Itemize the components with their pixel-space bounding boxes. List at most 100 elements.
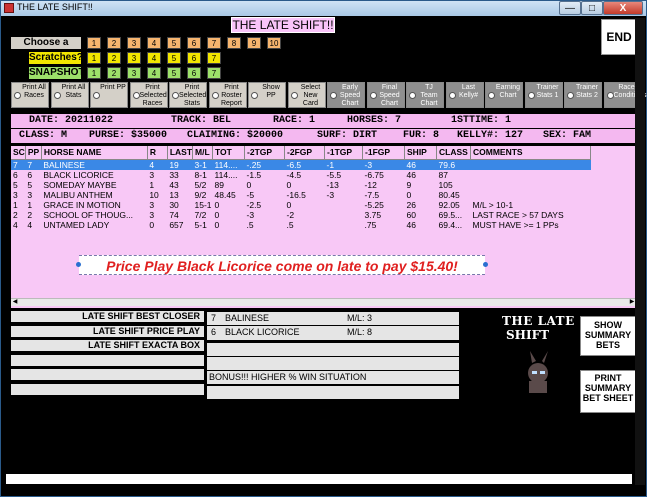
column-header[interactable]: M/L bbox=[192, 146, 214, 160]
column-header[interactable]: -2FGP bbox=[284, 146, 326, 160]
option-select-new-card[interactable]: Select New Card bbox=[287, 82, 326, 108]
option-print-all-races[interactable]: Print All Races bbox=[11, 82, 49, 108]
option-trainer-stats-1[interactable]: Trainer Stats 1 bbox=[524, 82, 563, 108]
print-summary-bet-sheet-button[interactable]: PRINT SUMMARY BET SHEET bbox=[580, 370, 636, 413]
column-header[interactable]: LAST bbox=[167, 146, 194, 160]
option-label: Select New Card bbox=[300, 84, 321, 107]
table-row[interactable]: 5 5 SOMEDAY MAYBE 1 43 5/2 89 0 0 -13 -12 9 105 bbox=[11, 180, 591, 190]
column-header[interactable]: -1TGP bbox=[324, 146, 364, 160]
race-button-1[interactable]: 1 bbox=[87, 37, 101, 49]
race-button-4[interactable]: 4 bbox=[147, 37, 161, 49]
radio-icon[interactable] bbox=[448, 92, 456, 99]
column-header[interactable]: TOT bbox=[212, 146, 246, 160]
column-header[interactable]: -1FGP bbox=[362, 146, 406, 160]
option-earning-chart[interactable]: Earning Chart bbox=[485, 82, 523, 108]
radio-icon[interactable] bbox=[132, 92, 140, 99]
option-label: TJ Team Chart bbox=[420, 84, 438, 107]
option-print-roster-report[interactable]: Print Roster Report bbox=[208, 82, 247, 108]
table-cell: BLACK LICORICE bbox=[43, 169, 114, 180]
table-row[interactable]: 3 3 MALIBU ANTHEM 10 13 9/2 48.45 -5 -16.5 -3 -7.5… bbox=[11, 190, 591, 200]
column-header[interactable]: CLASS bbox=[436, 146, 472, 160]
race-button-6[interactable]: 6 bbox=[187, 37, 201, 49]
snapshot-button-6[interactable]: 6 bbox=[187, 67, 201, 79]
resize-handle-left[interactable] bbox=[76, 262, 81, 267]
radio-icon[interactable] bbox=[290, 92, 298, 99]
option-last-kelly-[interactable]: Last Kelly# bbox=[445, 82, 484, 108]
option-trainer-stats-2[interactable]: Trainer Stats 2 bbox=[564, 82, 602, 108]
race-button-10[interactable]: 10 bbox=[267, 37, 281, 49]
table-row[interactable]: 6 6 BLACK LICORICE 3 33 8-1 114.... -1.5 -4.5 -5.… bbox=[11, 170, 591, 180]
radio-icon[interactable] bbox=[409, 92, 416, 99]
maximize-button[interactable]: □ bbox=[581, 1, 603, 15]
radio-icon[interactable] bbox=[211, 92, 219, 99]
radio-icon[interactable] bbox=[251, 92, 258, 99]
race-button-3[interactable]: 3 bbox=[127, 37, 141, 49]
column-header[interactable]: -2TGP bbox=[244, 146, 286, 160]
vertical-scrollbar[interactable] bbox=[635, 18, 645, 485]
radio-icon[interactable] bbox=[53, 92, 61, 99]
option-tj-team-chart[interactable]: TJ Team Chart bbox=[406, 82, 444, 108]
table-row[interactable]: 4 4 UNTAMED LADY 0 657 5-1 0 .5 .5 .75 46 69.4... MU… bbox=[11, 220, 591, 230]
radio-icon[interactable] bbox=[606, 92, 614, 99]
column-header[interactable]: COMMENTS bbox=[470, 146, 592, 160]
option-print-selected-stats[interactable]: Print Selected Stats bbox=[169, 82, 207, 108]
table-cell: 15-1 bbox=[194, 199, 212, 210]
table-cell: 3 bbox=[149, 199, 155, 210]
resize-handle-right[interactable] bbox=[483, 262, 488, 267]
scratch-button-2[interactable]: 2 bbox=[107, 52, 121, 64]
horse-table: SC PP HORSE NAME R LAST M/L TOT -2TGP -2FGP -1TGP… bbox=[11, 146, 592, 230]
race-button-9[interactable]: 9 bbox=[247, 37, 261, 49]
table-cell: 114.... bbox=[212, 159, 245, 170]
table-cell: SOMEDAY MAYBE bbox=[43, 179, 117, 190]
race-button-7[interactable]: 7 bbox=[207, 37, 221, 49]
radio-icon[interactable] bbox=[93, 92, 100, 99]
column-header[interactable]: PP bbox=[25, 146, 42, 160]
snapshot-button-2[interactable]: 2 bbox=[107, 67, 121, 79]
radio-icon[interactable] bbox=[488, 92, 495, 99]
radio-icon[interactable] bbox=[172, 92, 179, 99]
option-final-speed-chart[interactable]: Final Speed Chart bbox=[366, 82, 405, 108]
option-print-all-stats[interactable]: Print All Stats bbox=[50, 82, 89, 108]
race-button-8[interactable]: 8 bbox=[227, 37, 241, 49]
price-play-banner: Price Play Black Licorice come on late t… bbox=[79, 255, 485, 275]
option-print-selected-races[interactable]: Print Selected Races bbox=[129, 82, 168, 108]
scratch-button-6[interactable]: 6 bbox=[187, 52, 201, 64]
scratch-button-3[interactable]: 3 bbox=[127, 52, 141, 64]
table-cell: -3 bbox=[326, 189, 335, 200]
radio-icon[interactable] bbox=[330, 92, 337, 99]
scratch-button-5[interactable]: 5 bbox=[167, 52, 181, 64]
race-info-line-2: CLASS: M PURSE: $35000 CLAIMING: $20000 … bbox=[11, 129, 636, 143]
radio-icon[interactable] bbox=[567, 92, 574, 99]
snapshot-button-7[interactable]: 7 bbox=[207, 67, 221, 79]
snapshot-button-4[interactable]: 4 bbox=[147, 67, 161, 79]
option-print-pp[interactable]: Print PP bbox=[90, 82, 128, 108]
minimize-button[interactable]: — bbox=[559, 1, 581, 15]
table-row[interactable]: 7 7 BALINESE 4 19 3-1 114.... -.25 -6.5 -1 -3 46 79.… bbox=[11, 159, 591, 170]
race-button-2[interactable]: 2 bbox=[107, 37, 121, 49]
show-summary-bets-button[interactable]: SHOW SUMMARY BETS bbox=[580, 316, 636, 356]
option-early-speed-chart[interactable]: Early Speed Chart bbox=[327, 82, 365, 108]
table-cell: 0 bbox=[246, 179, 252, 190]
snapshot-button-3[interactable]: 3 bbox=[127, 67, 141, 79]
scratch-button-4[interactable]: 4 bbox=[147, 52, 161, 64]
horizontal-scrollbar[interactable]: ◀ ▶ bbox=[11, 298, 636, 306]
end-button[interactable]: END bbox=[601, 19, 637, 55]
race-button-5[interactable]: 5 bbox=[167, 37, 181, 49]
scratch-button-7[interactable]: 7 bbox=[207, 52, 221, 64]
option-show-pp[interactable]: Show PP bbox=[248, 82, 286, 108]
snapshot-button-5[interactable]: 5 bbox=[167, 67, 181, 79]
column-header[interactable]: SC bbox=[11, 146, 26, 160]
table-row[interactable]: 1 1 GRACE IN MOTION 3 30 15-1 0 -2.5 0 -5.25 26 92.… bbox=[11, 200, 591, 210]
column-header[interactable]: SHIP bbox=[404, 146, 438, 160]
column-header[interactable]: HORSE NAME bbox=[41, 146, 148, 160]
radio-icon[interactable] bbox=[14, 92, 21, 99]
close-button[interactable]: X bbox=[603, 1, 643, 15]
snapshot-button-1[interactable]: 1 bbox=[87, 67, 101, 79]
column-header[interactable]: R bbox=[147, 146, 168, 160]
scratch-button-1[interactable]: 1 bbox=[87, 52, 101, 64]
table-cell: 0 bbox=[149, 219, 155, 230]
scroll-left-icon[interactable]: ◀ bbox=[11, 299, 19, 306]
radio-icon[interactable] bbox=[369, 92, 377, 99]
radio-icon[interactable] bbox=[527, 92, 535, 99]
table-row[interactable]: 2 2 SCHOOL OF THOUG... 3 74 7/2 0 -3 -2 3.75 60 69.… bbox=[11, 210, 591, 220]
